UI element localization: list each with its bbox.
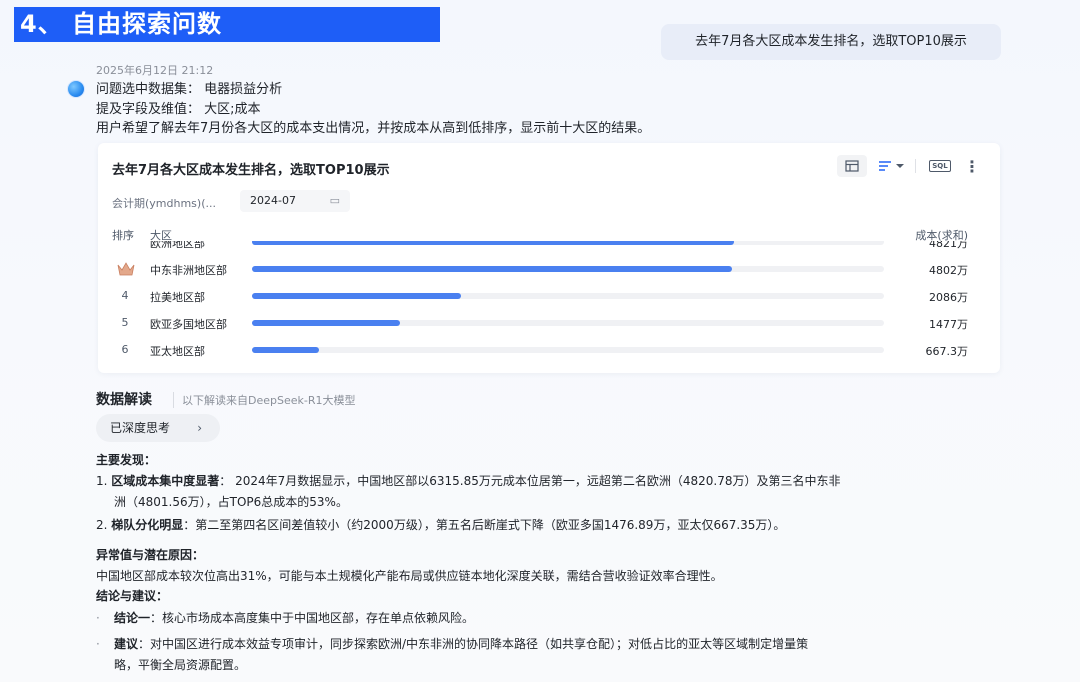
interpretation-source: 以下解读来自DeepSeek-R1大模型 <box>173 392 356 408</box>
crown-icon <box>117 262 135 276</box>
more-icon: ⋮ <box>964 156 980 176</box>
sql-icon: SQL <box>929 160 951 172</box>
cost-bar-track <box>252 241 884 245</box>
cost-bar <box>252 347 319 353</box>
ranking-row[interactable]: 欧洲地区部 4821万 <box>98 241 1000 254</box>
finding-1-head: 区域成本集中度显著 <box>111 474 220 488</box>
region-name: 亚太地区部 <box>150 345 205 358</box>
response-timestamp: 2025年6月12日 21:12 <box>96 64 214 77</box>
region-name: 拉美地区部 <box>150 291 205 304</box>
result-card: 去年7月各大区成本发生排名，选取TOP10展示 SQL ⋮ 会计期(ymdhms… <box>98 143 1000 373</box>
cost-bar <box>252 266 733 272</box>
cost-bar-track <box>252 266 884 272</box>
sort-icon <box>879 161 891 171</box>
cost-bar-track <box>252 347 884 353</box>
suggestion-cont: 略，平衡全局资源配置。 <box>114 658 247 672</box>
suggestion-text: ：对中国区进行成本效益专项审计，同步探索欧洲/中东非洲的协同降本路径（如共享仓配… <box>138 637 809 651</box>
conclusion-heading: 结论与建议： <box>96 589 169 603</box>
findings-heading: 主要发现： <box>96 453 157 467</box>
bullet-dot: · <box>96 611 100 625</box>
rank-number: 5 <box>121 316 129 329</box>
cost-bar <box>252 293 461 299</box>
calendar-icon: ▭ <box>329 194 340 207</box>
cost-bar <box>252 320 400 326</box>
interpretation-title: 数据解读 <box>96 392 152 408</box>
chevron-down-icon <box>896 164 904 168</box>
period-filter-label: 会计期(ymdhms)(... <box>112 197 216 210</box>
anomaly-text: 中国地区部成本较次位高出31%，可能与本土规模化产能布局或供应链本地化深度关联，… <box>96 569 723 583</box>
finding-2: 2. 梯队分化明显：第二至第四名区间差值较小（约2000万级），第五名后断崖式下… <box>96 515 785 536</box>
assistant-avatar-icon <box>67 80 85 98</box>
period-date-value: 2024-07 <box>250 194 296 207</box>
summary-line: 用户希望了解去年7月份各大区的成本支出情况，并按成本从高到低排序，显示前十大区的… <box>96 121 651 136</box>
ranking-row[interactable]: 中东非洲地区部 4802万 <box>98 257 1000 281</box>
ranking-row[interactable]: 5 欧亚多国地区部 1477万 <box>98 311 1000 335</box>
ranking-list[interactable]: 欧洲地区部 4821万中东非洲地区部 4802万 4 拉美地区部 2086万 5 欧亚多国地区… <box>98 241 1000 369</box>
table-icon <box>845 160 859 172</box>
cost-bar-track <box>252 293 884 299</box>
dataset-line: 问题选中数据集： 电器损益分析 <box>96 82 283 97</box>
cost-bar-track <box>252 320 884 326</box>
finding-1: 1. 区域成本集中度显著： 2024年7月数据显示，中国地区部以6315.85万… <box>96 471 841 492</box>
card-title: 去年7月各大区成本发生排名，选取TOP10展示 <box>112 163 390 178</box>
finding-2-number: 2. <box>96 518 112 532</box>
card-toolbar: SQL ⋮ <box>837 155 980 177</box>
cost-value: 667.3万 <box>925 345 969 358</box>
sort-dropdown-button[interactable] <box>877 155 905 177</box>
suggestion-head: 建议 <box>114 637 139 651</box>
anomaly-heading: 异常值与潜在原因： <box>96 548 205 562</box>
user-message-bubble: 去年7月各大区成本发生排名，选取TOP10展示 <box>661 24 1001 60</box>
ranking-row[interactable]: 4 拉美地区部 2086万 <box>98 284 1000 308</box>
rank-number: 6 <box>121 343 129 356</box>
table-view-button[interactable] <box>837 155 867 177</box>
toolbar-divider <box>915 159 916 173</box>
bullet-dot: · <box>96 637 100 651</box>
chevron-right-icon: › <box>197 421 202 435</box>
section-banner: 4、 自由探索问数 <box>14 7 440 42</box>
rank-number: 4 <box>121 289 129 302</box>
conclusion-1-text: ：核心市场成本高度集中于中国地区部，存在单点依赖风险。 <box>150 611 475 625</box>
finding-2-head: 梯队分化明显 <box>111 518 184 532</box>
period-date-picker[interactable]: 2024-07 ▭ <box>240 190 350 212</box>
more-options-button[interactable]: ⋮ <box>964 155 980 177</box>
finding-1-cont: 洲（4801.56万），占TOP6总成本的53%。 <box>114 495 348 509</box>
finding-2-text: ：第二至第四名区间差值较小（约2000万级），第五名后断崖式下降（欧亚多国147… <box>183 518 786 532</box>
cost-value: 4802万 <box>929 264 968 277</box>
cost-value: 2086万 <box>929 291 968 304</box>
suggestion: · 建议：对中国区进行成本效益专项审计，同步探索欧洲/中东非洲的协同降本路径（如… <box>96 633 808 655</box>
region-name: 欧洲地区部 <box>150 241 205 250</box>
conclusion-1-head: 结论一 <box>114 611 151 625</box>
ranking-row[interactable]: 6 亚太地区部 667.3万 <box>98 338 1000 362</box>
cost-value: 1477万 <box>929 318 968 331</box>
region-name: 欧亚多国地区部 <box>150 318 227 331</box>
fields-line: 提及字段及维值： 大区;成本 <box>96 102 261 117</box>
region-name: 中东非洲地区部 <box>150 264 227 277</box>
cost-bar <box>252 241 735 245</box>
finding-1-text: ： 2024年7月数据显示，中国地区部以6315.85万元成本位居第一，远超第二… <box>219 474 841 488</box>
deep-thinking-label: 已深度思考 <box>110 421 171 435</box>
conclusion-1: · 结论一：核心市场成本高度集中于中国地区部，存在单点依赖风险。 <box>96 607 474 629</box>
cost-value: 4821万 <box>929 241 968 250</box>
deep-thinking-toggle[interactable]: 已深度思考 › <box>96 414 220 442</box>
finding-1-number: 1. <box>96 474 112 488</box>
sql-button[interactable]: SQL <box>926 155 954 177</box>
